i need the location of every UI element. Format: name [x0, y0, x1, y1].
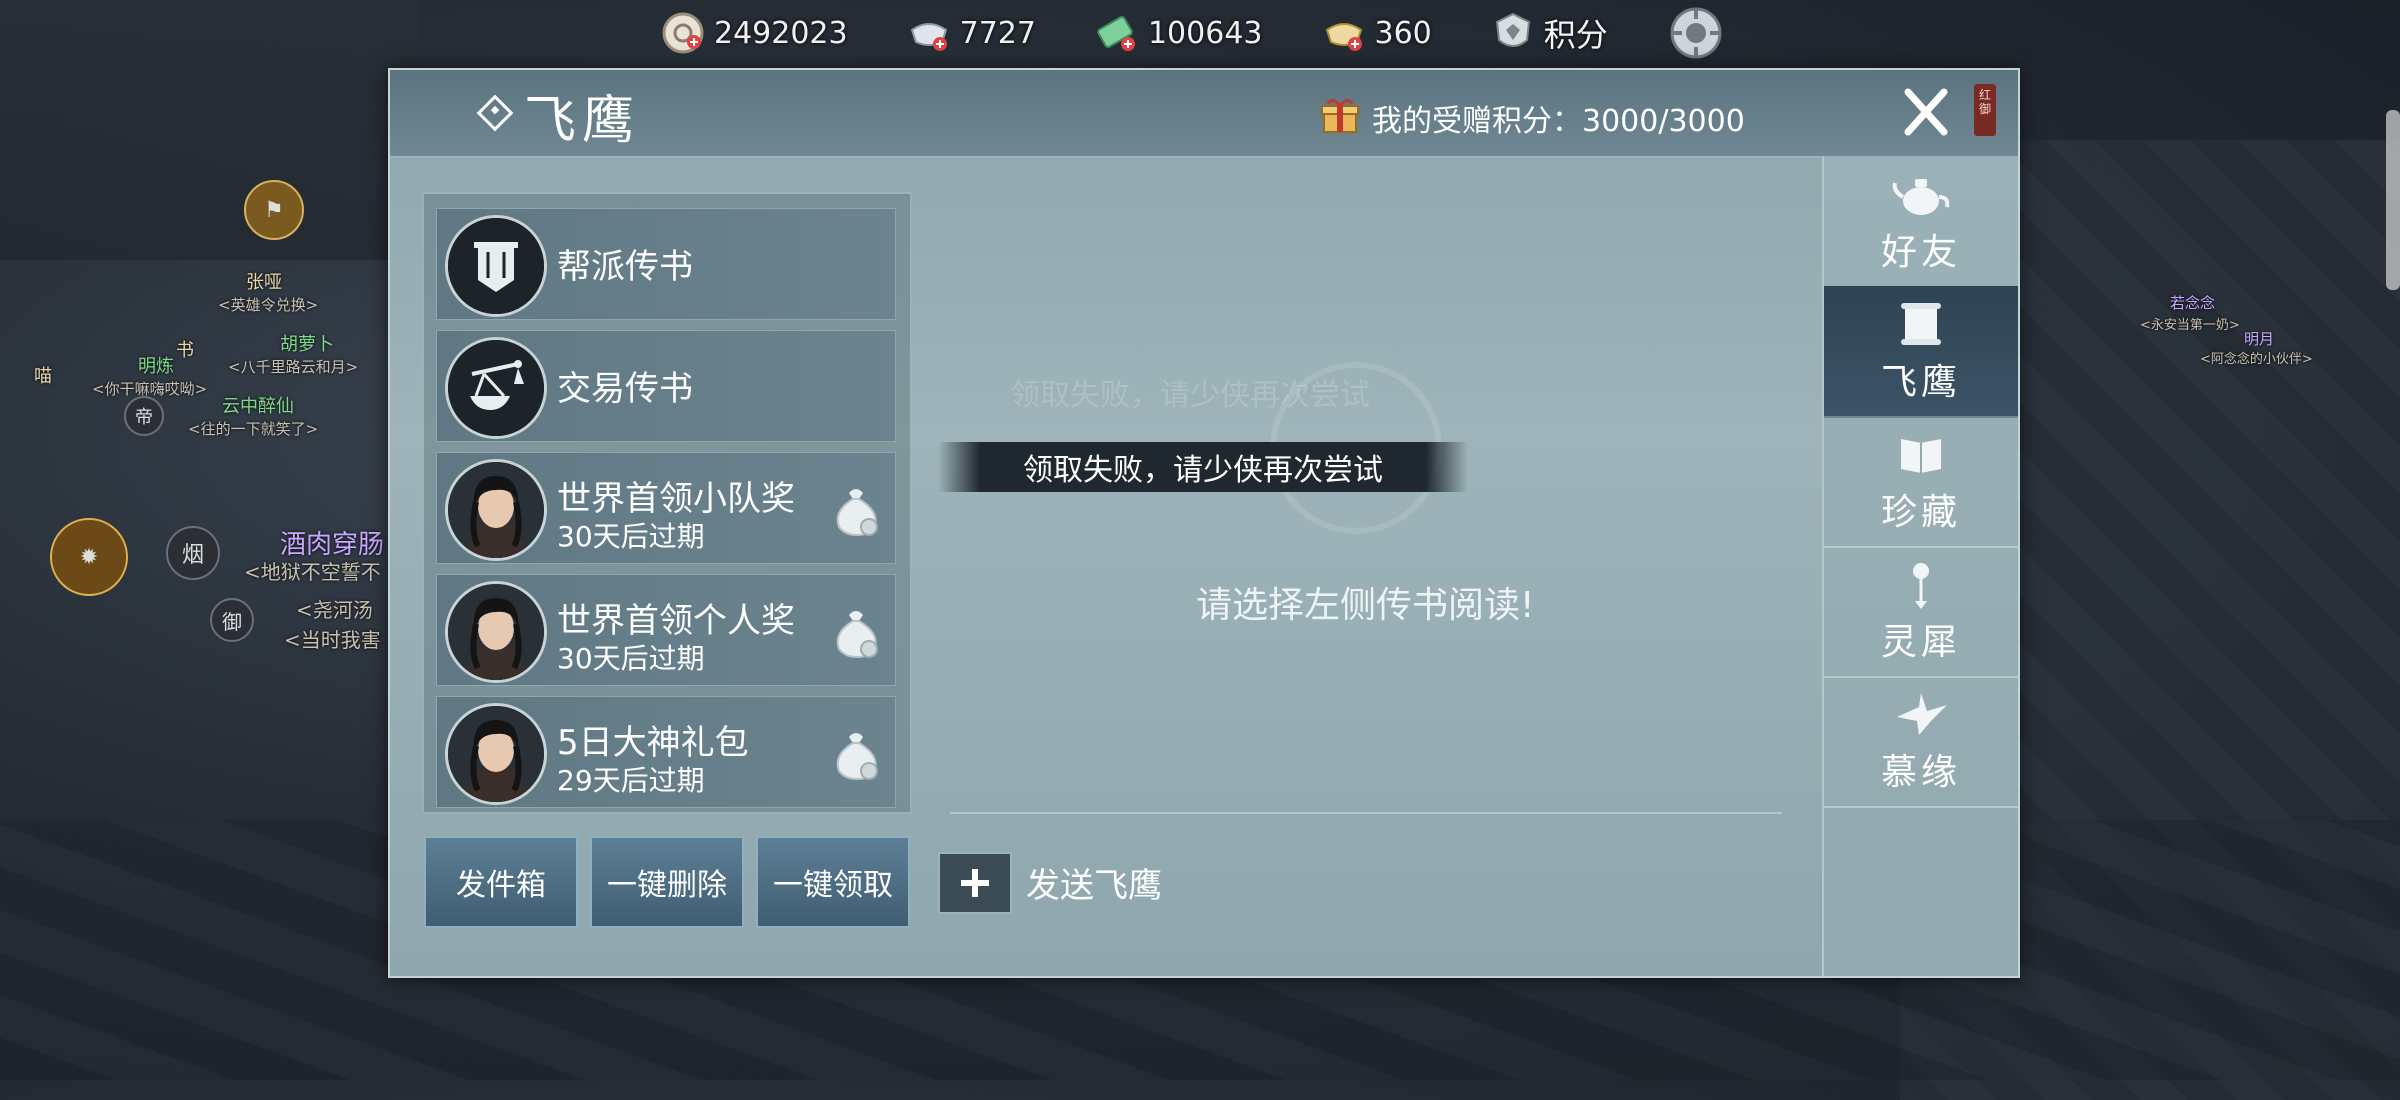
- mail-item-world-boss-team[interactable]: 世界首领小队奖 30天后过期: [436, 452, 896, 564]
- plus-icon: [961, 869, 989, 897]
- portrait-avatar: [445, 459, 547, 561]
- mail-title: 世界首领小队奖: [557, 479, 795, 519]
- paper-crane-icon: [1897, 693, 1947, 735]
- mail-item-guild[interactable]: 帮派传书: [436, 208, 896, 320]
- currency-ingot[interactable]: 360: [1321, 10, 1432, 56]
- background-building: [0, 0, 420, 260]
- gold-coin-icon: [662, 12, 704, 54]
- reward-bag-icon: [836, 733, 878, 781]
- seal-stamp: 红御: [1974, 84, 1996, 136]
- npc-title: <英雄令兑换>: [218, 296, 319, 314]
- ingot-amount: 360: [1374, 15, 1432, 51]
- portrait-avatar: [445, 703, 547, 805]
- reward-bag-icon: [836, 611, 878, 659]
- tab-label: 珍藏: [1880, 492, 1961, 533]
- mail-list: 帮派传书 交易传书 世界首领小队奖 30天后过期 世界首领个人奖 30天后过期 …: [422, 192, 912, 814]
- silver-amount: 7727: [959, 15, 1036, 51]
- gift-icon: [1321, 99, 1359, 133]
- npc-name[interactable]: 云中醉仙: [222, 392, 294, 418]
- side-handle[interactable]: [2386, 110, 2400, 290]
- send-button[interactable]: [938, 852, 1012, 914]
- npc-char: 书: [176, 340, 194, 361]
- tab-label: 飞鹰: [1880, 362, 1961, 403]
- teapot-icon: [1892, 179, 1950, 215]
- banknote-icon: [1097, 15, 1135, 51]
- currency-gold[interactable]: 2492023: [660, 10, 848, 56]
- npc-name[interactable]: 张哑: [246, 268, 282, 294]
- guild-banner-icon: [445, 215, 547, 317]
- claim-all-button[interactable]: 一键领取: [756, 836, 910, 928]
- mail-title: 帮派传书: [557, 247, 693, 287]
- npc-char: 喵: [34, 366, 52, 387]
- npc-title: <永安当第一奶>: [2140, 318, 2240, 333]
- npc-emblem-icon: 帝: [124, 396, 164, 436]
- points-entry[interactable]: 积分: [1490, 10, 1608, 56]
- npc-name[interactable]: 胡萝卜: [280, 330, 334, 356]
- npc-name[interactable]: 明炼: [138, 352, 174, 378]
- npc-title: <往的一下就笑了>: [188, 420, 319, 438]
- cannon-skill-icon[interactable]: ✹: [50, 518, 128, 596]
- npc-name[interactable]: 明月: [2244, 328, 2274, 349]
- close-icon[interactable]: [1896, 82, 1956, 142]
- tab-label: 慕缘: [1880, 752, 1961, 793]
- mail-title: 世界首领个人奖: [557, 601, 795, 641]
- portrait-avatar: [445, 581, 547, 683]
- scroll-icon: [1901, 303, 1941, 345]
- bell-charm-icon: [1913, 563, 1929, 609]
- silver-ingot-icon: [910, 23, 947, 51]
- npc-title: <八千里路云和月>: [228, 358, 359, 376]
- toast-message: 领取失败，请少侠再次尝试: [938, 442, 1468, 492]
- npc-title: <当时我害: [284, 628, 381, 652]
- mail-title: 5日大神礼包: [557, 723, 749, 763]
- note-amount: 100643: [1147, 15, 1263, 51]
- currency-bar: 2492023 7727 100643 360 积分: [660, 7, 1726, 59]
- mail-item-world-boss-personal[interactable]: 世界首领个人奖 30天后过期: [436, 574, 896, 686]
- mail-expire: 30天后过期: [557, 520, 705, 553]
- mail-expire: 29天后过期: [557, 764, 705, 797]
- dialog-title: 飞鹰: [524, 91, 641, 151]
- npc-title: <尧河汤: [296, 598, 373, 622]
- mail-item-trade[interactable]: 交易传书: [436, 330, 896, 442]
- tab-muyuan[interactable]: 慕缘: [1824, 676, 2018, 808]
- book-icon: [1901, 439, 1941, 473]
- category-tabs: 好友 飞鹰 珍藏 灵犀 慕缘: [1822, 156, 2018, 976]
- delete-all-button[interactable]: 一键删除: [590, 836, 744, 928]
- reward-bag-icon: [836, 489, 878, 537]
- mail-item-gift-pack[interactable]: 5日大神礼包 29天后过期: [436, 696, 896, 808]
- dialog-header: 飞鹰 我的受赠积分：3000/3000 红御: [390, 70, 2018, 158]
- outbox-button[interactable]: 发件箱: [424, 836, 578, 928]
- gold-ingot-icon: [1325, 23, 1362, 51]
- npc-emblem-icon: 烟: [166, 526, 220, 580]
- tab-collection[interactable]: 珍藏: [1824, 416, 2018, 548]
- mail-title: 交易传书: [557, 369, 693, 409]
- currency-note[interactable]: 100643: [1094, 10, 1263, 56]
- tab-lingxi[interactable]: 灵犀: [1824, 546, 2018, 678]
- gift-points-label: 我的受赠积分：3000/3000: [1372, 104, 1745, 139]
- npc-banner-icon[interactable]: ⚑: [244, 180, 304, 240]
- divider: [950, 812, 1782, 814]
- settings-gear-icon[interactable]: [1666, 3, 1726, 63]
- trade-scale-icon: [445, 337, 547, 439]
- tab-label: 灵犀: [1880, 622, 1961, 663]
- npc-name[interactable]: 若念念: [2170, 292, 2215, 313]
- shield-points-icon: [1495, 12, 1530, 47]
- npc-title: <阿念念的小伙伴>: [2200, 352, 2313, 367]
- mail-dialog: 飞鹰 我的受赠积分：3000/3000 红御 帮派传书 交易传书 世界首领小队奖…: [388, 68, 2020, 978]
- currency-silver[interactable]: 7727: [906, 10, 1036, 56]
- empty-reading-hint: 请选择左侧传书阅读!: [1196, 585, 1535, 626]
- npc-emblem-icon: 御: [210, 598, 254, 642]
- points-label: 积分: [1543, 16, 1608, 54]
- gold-amount: 2492023: [714, 15, 848, 51]
- tab-friends[interactable]: 好友: [1824, 156, 2018, 288]
- tab-label: 好友: [1880, 232, 1961, 273]
- mail-expire: 30天后过期: [557, 642, 705, 675]
- tab-eagle-mail[interactable]: 飞鹰: [1824, 286, 2018, 418]
- title-diamond-icon: [476, 94, 514, 132]
- npc-title: <地狱不空誓不: [244, 560, 381, 584]
- send-label[interactable]: 发送飞鹰: [1026, 858, 1162, 907]
- toast-ghost: 领取失败，请少侠再次尝试: [1010, 378, 1370, 413]
